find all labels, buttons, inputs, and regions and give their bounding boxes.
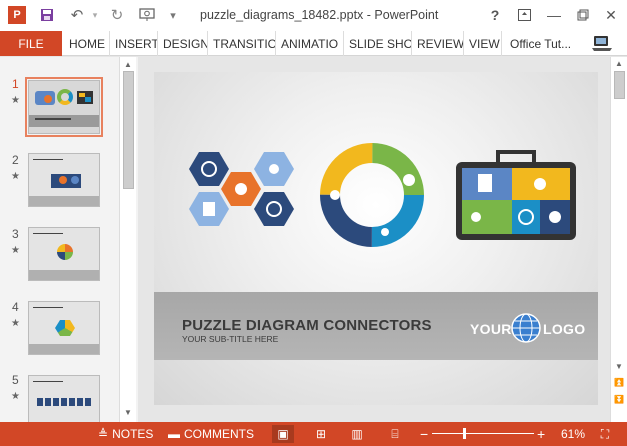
hexagon-puzzle-graphic: [189, 152, 294, 226]
slide-sorter-icon: ⊞: [315, 427, 327, 441]
scroll-up-icon[interactable]: ▲: [613, 59, 625, 68]
zoom-out-button[interactable]: −: [420, 422, 428, 446]
slide-thumbnails-pane: 1 ★ 2 ★ 3 ★ 4 ★ 5 ★ ▲ ▼: [0, 57, 138, 429]
slide-thumbnail-2[interactable]: [28, 153, 100, 207]
slide-thumbnail-1[interactable]: [25, 77, 103, 137]
undo-dropdown-icon[interactable]: ▾: [86, 6, 104, 24]
help-button[interactable]: ?: [485, 6, 505, 24]
slide-subtitle[interactable]: YOUR SUB-TITLE HERE: [182, 334, 278, 344]
tab-home[interactable]: HOME: [64, 31, 110, 56]
logo-text-left: YOUR: [470, 321, 512, 337]
tab-view[interactable]: VIEW: [464, 31, 502, 56]
normal-view-button[interactable]: ▣: [272, 425, 294, 443]
tab-transitions[interactable]: TRANSITIO: [208, 31, 276, 56]
scroll-down-icon[interactable]: ▼: [122, 407, 134, 419]
zoom-slider[interactable]: [432, 433, 534, 434]
comments-label: COMMENTS: [184, 427, 254, 441]
close-button[interactable]: ✕: [601, 6, 621, 24]
start-from-beginning-icon[interactable]: [138, 6, 156, 24]
previous-slide-icon[interactable]: ⏫: [613, 378, 625, 387]
scroll-down-icon[interactable]: ▼: [613, 362, 625, 371]
tab-review[interactable]: REVIEW: [412, 31, 464, 56]
tab-design[interactable]: DESIGN: [158, 31, 208, 56]
powerpoint-app-icon[interactable]: P: [8, 6, 26, 24]
fit-to-window-button[interactable]: ⛶: [594, 425, 616, 443]
animation-star-icon: ★: [11, 95, 20, 106]
ribbon-tabs: FILE HOME INSERT DESIGN TRANSITIO ANIMAT…: [0, 31, 627, 56]
scroll-up-icon[interactable]: ▲: [122, 59, 134, 71]
ribbon-display-options-icon[interactable]: [514, 6, 534, 24]
slide-thumbnail-5[interactable]: [28, 375, 100, 429]
comment-icon: ▬: [168, 427, 180, 441]
next-slide-icon[interactable]: ⏬: [613, 395, 625, 404]
notes-button[interactable]: ≜ NOTES: [98, 422, 153, 446]
window-title: puzzle_diagrams_18482.pptx - PowerPoint: [200, 8, 439, 22]
customize-icon[interactable]: ▾: [164, 6, 182, 24]
slide-number: 2: [12, 153, 19, 167]
restore-button[interactable]: [573, 6, 593, 24]
file-tab[interactable]: FILE: [0, 31, 62, 56]
animation-star-icon: ★: [11, 391, 20, 402]
tab-animations[interactable]: ANIMATIO: [276, 31, 344, 56]
slide-show-icon: ⌸: [391, 426, 399, 441]
slide-title[interactable]: PUZZLE DIAGRAM CONNECTORS: [182, 317, 432, 334]
toolbox-puzzle-graphic: [456, 150, 576, 240]
logo-text-right: LOGO: [543, 321, 586, 337]
animation-star-icon: ★: [11, 318, 20, 329]
title-bar: P ↶ ▾ ↻ ▾ puzzle_diagrams_18482.pptx - P…: [0, 0, 627, 31]
status-bar: ≜ NOTES ▬ COMMENTS ▣ ⊞ ▥ ⌸ − + 61% ⛶: [0, 422, 627, 446]
zoom-in-button[interactable]: +: [537, 422, 545, 446]
reading-view-icon: ▥: [351, 427, 363, 441]
slide-editor: PUZZLE DIAGRAM CONNECTORS YOUR SUB-TITLE…: [138, 57, 610, 422]
circular-puzzle-graphic: [320, 143, 424, 247]
slide-number: 4: [12, 300, 19, 314]
fit-to-window-icon: ⛶: [600, 426, 610, 441]
slide-number: 3: [12, 227, 19, 241]
scrollbar-thumb[interactable]: [614, 71, 625, 99]
account-name[interactable]: Office Tut...: [510, 31, 571, 56]
slide-thumbnail-3[interactable]: [28, 227, 100, 281]
zoom-slider-thumb[interactable]: [462, 428, 466, 439]
tab-slide-show[interactable]: SLIDE SHO: [344, 31, 412, 56]
scrollbar-thumb[interactable]: [123, 71, 134, 189]
reading-view-button[interactable]: ▥: [346, 425, 368, 443]
thumbnail-scrollbar[interactable]: ▲ ▼: [119, 57, 136, 422]
slide-thumbnail-4[interactable]: [28, 301, 100, 355]
slide-number: 5: [12, 373, 19, 387]
tab-insert[interactable]: INSERT: [110, 31, 158, 56]
slide-show-button[interactable]: ⌸: [384, 425, 406, 443]
zoom-level[interactable]: 61%: [561, 422, 585, 446]
user-avatar[interactable]: [591, 34, 613, 59]
animation-star-icon: ★: [11, 245, 20, 256]
slide-sorter-button[interactable]: ⊞: [310, 425, 332, 443]
normal-view-icon: ▣: [277, 427, 289, 441]
notes-icon: ≜: [98, 427, 109, 441]
notes-label: NOTES: [112, 427, 154, 441]
globe-icon: [511, 313, 541, 343]
animation-star-icon: ★: [11, 171, 20, 182]
slide-canvas[interactable]: PUZZLE DIAGRAM CONNECTORS YOUR SUB-TITLE…: [154, 72, 598, 405]
save-icon[interactable]: [38, 6, 56, 24]
comments-button[interactable]: ▬ COMMENTS: [168, 422, 254, 446]
editor-scrollbar[interactable]: ▲ ▼ ⏫ ⏬: [610, 57, 627, 422]
redo-icon[interactable]: ↻: [108, 6, 126, 24]
slide-number: 1: [12, 77, 19, 91]
minimize-button[interactable]: —: [544, 6, 564, 24]
undo-icon[interactable]: ↶: [68, 6, 86, 24]
